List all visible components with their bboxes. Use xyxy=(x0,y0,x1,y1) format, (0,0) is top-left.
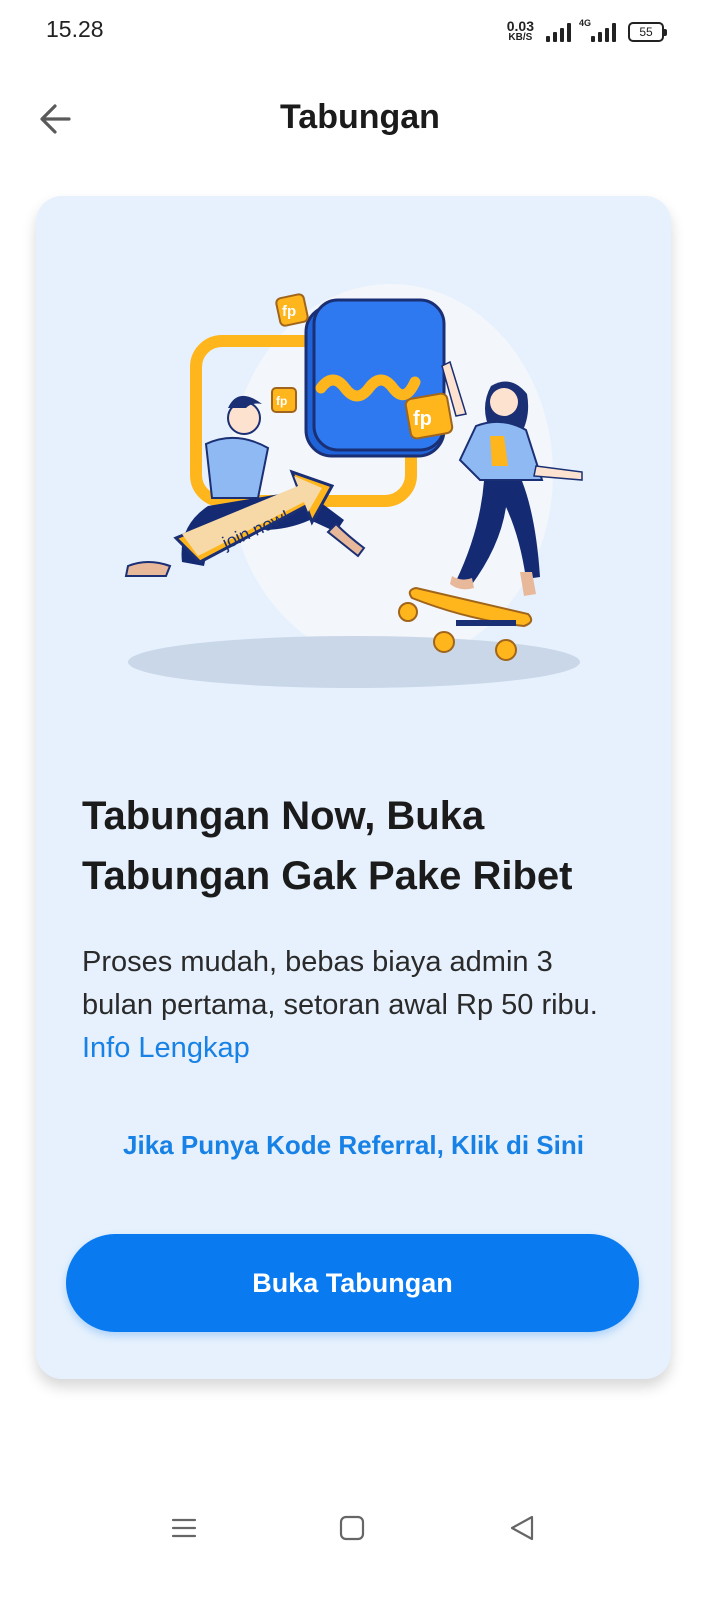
battery-icon: 55 xyxy=(628,22,667,42)
nav-menu-button[interactable] xyxy=(164,1508,204,1548)
nav-back-button[interactable] xyxy=(502,1508,542,1548)
system-nav-bar xyxy=(0,1490,720,1560)
promo-description-text: Proses mudah, bebas biaya admin 3 bulan … xyxy=(82,946,598,1021)
status-time: 15.28 xyxy=(46,16,104,42)
signal-icon xyxy=(546,22,571,42)
page-title: Tabungan xyxy=(280,98,440,136)
net-speed-value: 0.03 xyxy=(506,18,534,34)
promo-headline: Tabungan Now, Buka Tabungan Gak Pake Rib… xyxy=(82,794,573,898)
promo-illustration: fp fp fp join now! xyxy=(124,284,583,688)
fp-cube-big: fp xyxy=(404,392,454,440)
status-icons: 0.03 KB/S 4G 55 xyxy=(506,18,667,46)
nav-home-button[interactable] xyxy=(332,1508,372,1548)
net-speed-indicator: 0.03 KB/S xyxy=(506,18,534,43)
savings-promo-card: fp fp fp join now! Tabungan Now, Buka Ta… xyxy=(36,196,671,1379)
triangle-back-icon xyxy=(510,1515,534,1541)
svg-text:fp: fp xyxy=(276,394,287,408)
net-speed-unit: KB/S xyxy=(508,32,533,43)
app-header: Tabungan xyxy=(0,80,720,160)
info-lengkap-link[interactable]: Info Lengkap xyxy=(82,1032,250,1064)
square-home-icon xyxy=(339,1515,365,1541)
promo-description: Proses mudah, bebas biaya admin 3 bulan … xyxy=(82,941,622,1070)
status-bar: 15.28 0.03 KB/S 4G 55 xyxy=(0,0,720,62)
svg-text:fp: fp xyxy=(282,303,296,320)
open-savings-button[interactable]: Buka Tabungan xyxy=(66,1234,639,1332)
signal-4g-icon: 4G xyxy=(579,18,616,42)
fp-cube-top: fp xyxy=(275,293,309,327)
battery-level: 55 xyxy=(639,25,653,39)
network-type-label: 4G xyxy=(579,18,592,28)
menu-icon xyxy=(171,1518,197,1538)
svg-text:fp: fp xyxy=(413,408,432,430)
fp-cube-small: fp xyxy=(271,387,297,413)
referral-code-link[interactable]: Jika Punya Kode Referral, Klik di Sini xyxy=(36,1130,671,1161)
